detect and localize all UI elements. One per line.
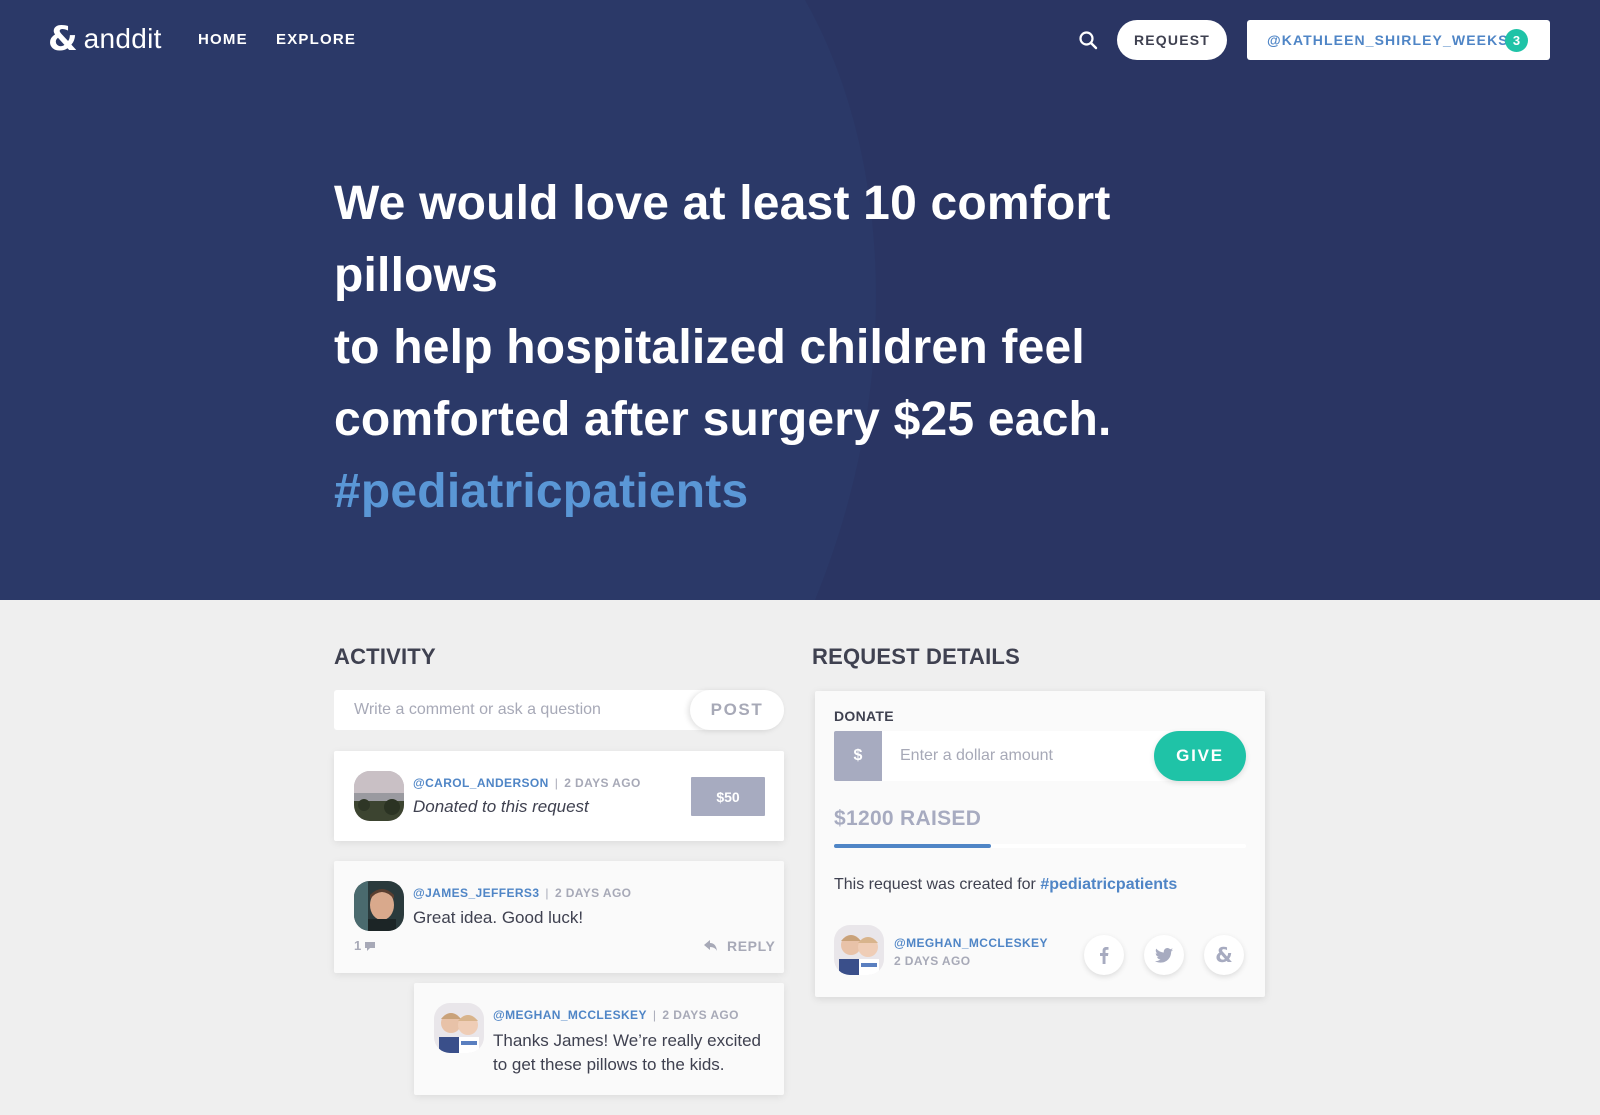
logo-wordmark: anddit (83, 23, 162, 54)
reply-text: Thanks James! We’re really excited to ge… (493, 1029, 761, 1077)
created-hashtag-link[interactable]: #pediatricpatients (1040, 876, 1177, 893)
created-prefix: This request was created for (834, 876, 1036, 893)
reply-button[interactable]: REPLY (704, 938, 775, 954)
user-handle-link[interactable]: @JAMES_JEFFERS3 (413, 886, 539, 900)
anddit-logo[interactable]: & anddit (48, 20, 162, 58)
facebook-icon (1100, 947, 1109, 964)
reply-label: REPLY (727, 938, 776, 954)
comment-text: Great idea. Good luck! (413, 908, 584, 927)
meta-separator: | (652, 1008, 657, 1022)
comment-meta: @MEGHAN_MCCLESKEY | 2 DAYS AGO (493, 1008, 739, 1022)
user-handle-link[interactable]: @MEGHAN_MCCLESKEY (493, 1008, 647, 1022)
creator-timestamp: 2 DAYS AGO (894, 954, 971, 968)
like-count: 1 (354, 938, 362, 953)
donation-text: Donated to this request (413, 797, 589, 816)
comment-composer: POST (334, 690, 784, 730)
headline-line-1: We would love at least 10 comfort pillow… (334, 177, 1111, 302)
twitter-share-button[interactable] (1144, 935, 1184, 975)
activity-section-title: ACTIVITY (334, 644, 436, 669)
request-details-section-title: REQUEST DETAILS (812, 644, 1020, 669)
avatar[interactable] (434, 1003, 484, 1053)
twitter-icon (1155, 947, 1173, 963)
reply-text-line-1: Thanks James! We’re really excited (493, 1031, 762, 1050)
user-account-button[interactable]: @KATHLEEN_SHIRLEY_WEEKS 3 (1247, 20, 1550, 60)
activity-reply-item: @MEGHAN_MCCLESKEY | 2 DAYS AGO Thanks Jame… (414, 983, 784, 1095)
post-button[interactable]: POST (690, 690, 784, 730)
donate-form: $ GIVE (834, 731, 1246, 781)
donate-label: DONATE (834, 708, 894, 724)
logo-ampersand: & (48, 19, 78, 59)
headline-hashtag-link[interactable]: #pediatricpatients (334, 456, 1264, 528)
request-details-card: DONATE $ GIVE $1200 RAISED This request … (815, 691, 1265, 997)
meta-separator: | (554, 776, 559, 790)
request-headline: We would love at least 10 comfort pillow… (334, 168, 1264, 528)
user-handle-link[interactable]: @CAROL_ANDERSON (413, 776, 549, 790)
reply-text-line-2: to get these pillows to the kids. (493, 1055, 725, 1074)
like-control[interactable]: 1 (354, 938, 377, 953)
give-button[interactable]: GIVE (1154, 731, 1246, 781)
nav-explore-link[interactable]: EXPLORE (276, 31, 356, 48)
user-handle: @KATHLEEN_SHIRLEY_WEEKS (1267, 32, 1509, 48)
reply-icon (704, 940, 717, 951)
comment-meta: @CAROL_ANDERSON | 2 DAYS AGO (413, 776, 641, 790)
donation-amount-input[interactable] (882, 731, 1172, 781)
avatar[interactable] (354, 881, 404, 931)
notification-count-badge: 3 (1505, 29, 1528, 52)
comment-meta: @JAMES_JEFFERS3 | 2 DAYS AGO (413, 886, 631, 900)
avatar[interactable] (354, 771, 404, 821)
funding-progress-bar (834, 844, 1246, 848)
facebook-share-button[interactable] (1084, 935, 1124, 975)
currency-prefix: $ (834, 731, 882, 781)
meta-separator: | (545, 886, 549, 900)
headline-line-3: comforted after surgery $25 each. (334, 393, 1112, 446)
headline-line-2: to help hospitalized children feel (334, 321, 1085, 374)
like-icon (365, 942, 376, 951)
timestamp: 2 DAYS AGO (554, 886, 632, 900)
creator-handle-link[interactable]: @MEGHAN_MCCLESKEY (894, 936, 1048, 950)
request-button[interactable]: REQUEST (1117, 20, 1227, 60)
timestamp: 2 DAYS AGO (662, 1008, 739, 1022)
timestamp: 2 DAYS AGO (564, 776, 641, 790)
donation-amount-badge: $50 (691, 777, 765, 816)
creator-avatar[interactable] (834, 925, 884, 975)
nav-home-link[interactable]: HOME (198, 31, 248, 48)
anddit-share-button[interactable]: & (1204, 935, 1244, 975)
amount-raised: $1200 RAISED (834, 807, 982, 830)
activity-comment-item: @JAMES_JEFFERS3 | 2 DAYS AGO Great idea. G… (334, 861, 784, 973)
comment-input[interactable] (334, 690, 684, 730)
created-for-text: This request was created for #pediatricp… (834, 876, 1177, 894)
search-icon[interactable] (1078, 30, 1098, 50)
funding-progress-fill (834, 844, 991, 848)
top-navigation-bar: & anddit HOME EXPLORE REQUEST @KATHLEEN_… (0, 0, 1600, 80)
activity-donation-item: @CAROL_ANDERSON | 2 DAYS AGO Donated to th… (334, 751, 784, 841)
anddit-share-icon: & (1215, 943, 1233, 967)
